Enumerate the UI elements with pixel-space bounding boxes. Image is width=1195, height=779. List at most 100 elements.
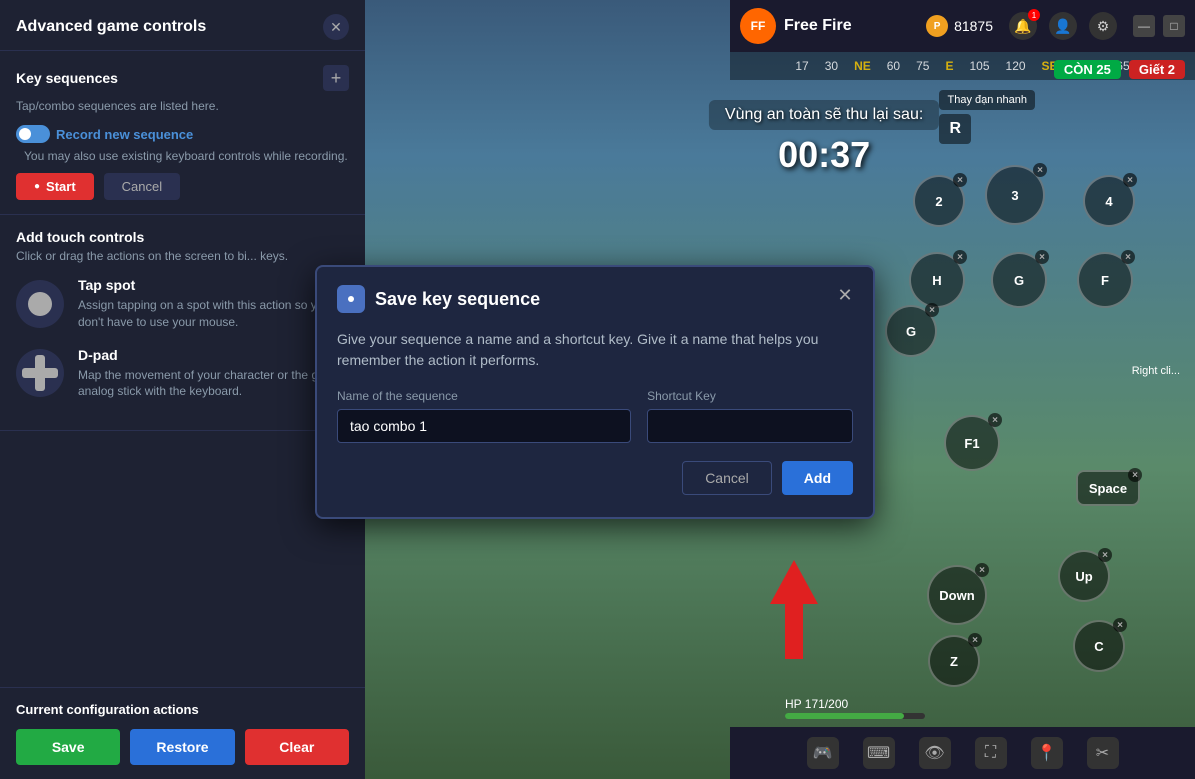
keyboard-icon[interactable]: ⌨ (863, 737, 895, 769)
panel-header: Advanced game controls ✕ (0, 0, 365, 51)
panel-bottom: Current configuration actions Save Resto… (0, 687, 365, 779)
notification-button[interactable]: 🔔 1 (1009, 12, 1037, 40)
timer-display: 00:37 (709, 134, 939, 176)
save-button[interactable]: Save (16, 729, 120, 765)
modal-cancel-button[interactable]: Cancel (682, 461, 772, 495)
settings-button[interactable]: ⚙ (1089, 12, 1117, 40)
name-field: Name of the sequence (337, 389, 631, 443)
key-sequences-header: Key sequences + (16, 65, 349, 91)
eye-icon[interactable]: 👁 (919, 737, 951, 769)
control-f1[interactable]: × F1 (944, 415, 1000, 471)
dpad-item: D-pad Map the movement of your character… (16, 347, 349, 401)
control-g-left[interactable]: × G (885, 305, 937, 357)
touch-controls-section: Add touch controls Click or drag the act… (0, 215, 365, 431)
modal-icon (337, 285, 365, 313)
control-h-close[interactable]: × (953, 250, 967, 264)
arrow-container (770, 560, 818, 659)
name-input[interactable] (337, 409, 631, 443)
modal-container: Save key sequence ✕ Give your sequence a… (315, 265, 875, 519)
close-panel-button[interactable]: ✕ (323, 14, 349, 40)
record-label: Record new sequence (56, 127, 193, 142)
modal-add-button[interactable]: Add (782, 461, 853, 495)
control-h[interactable]: × H (909, 252, 965, 308)
modal-close-button[interactable]: ✕ (833, 283, 857, 307)
control-space-close[interactable]: × (1128, 468, 1142, 482)
hp-fill (785, 713, 904, 719)
key-sequences-subtitle: Tap/combo sequences are listed here. (16, 99, 349, 113)
tap-spot-item: Tap spot Assign tapping on a spot with t… (16, 277, 349, 331)
config-actions-title: Current configuration actions (16, 702, 349, 717)
record-sequence-toggle[interactable]: Record new sequence (16, 125, 349, 143)
control-2[interactable]: × 2 (913, 175, 965, 227)
coin-amount: 81875 (954, 18, 993, 34)
dpad-icon (22, 355, 58, 391)
control-z[interactable]: × Z (928, 635, 980, 687)
scissors-icon[interactable]: ✂ (1087, 737, 1119, 769)
clear-button[interactable]: Clear (245, 729, 349, 765)
control-3-close[interactable]: × (1033, 163, 1047, 177)
maximize-button[interactable]: □ (1163, 15, 1185, 37)
gamepad-icon[interactable]: 🎮 (807, 737, 839, 769)
notification-badge: 1 (1028, 9, 1040, 21)
control-up[interactable]: × Up (1058, 550, 1110, 602)
start-button[interactable]: Start (16, 173, 94, 200)
control-z-close[interactable]: × (968, 633, 982, 647)
modal-fields: Name of the sequence Shortcut Key (337, 389, 853, 443)
safe-zone-text: Vùng an toàn sẽ thu lại sau: (709, 100, 939, 130)
name-label: Name of the sequence (337, 389, 631, 403)
tap-spot-circle (28, 292, 52, 316)
control-down-close[interactable]: × (975, 563, 989, 577)
compass-60: 60 (887, 59, 900, 73)
control-space[interactable]: × Space (1076, 470, 1140, 506)
control-c[interactable]: × C (1073, 620, 1125, 672)
control-c-close[interactable]: × (1113, 618, 1127, 632)
tap-spot-icon (16, 280, 64, 328)
restore-button[interactable]: Restore (130, 729, 234, 765)
fullscreen-icon[interactable]: ⛶ (975, 737, 1007, 769)
key-sequences-title: Key sequences (16, 70, 118, 86)
control-f-close[interactable]: × (1121, 250, 1135, 264)
control-3[interactable]: × 3 (985, 165, 1045, 225)
dpad-name: D-pad (78, 347, 349, 363)
compass-17: 17 (795, 59, 808, 73)
alive-count-text: 25 (1096, 62, 1110, 77)
coins-display: P 81875 (926, 15, 993, 37)
modal-header: Save key sequence ✕ (317, 267, 873, 323)
game-center-info: Vùng an toàn sẽ thu lại sau: 00:37 (709, 100, 939, 176)
shortcut-input[interactable] (647, 409, 853, 443)
compass-ne: NE (854, 59, 871, 73)
hp-bar: HP 171/200 (785, 697, 925, 719)
compass-e: E (945, 59, 953, 73)
control-down[interactable]: × Down (927, 565, 987, 625)
control-f[interactable]: × F (1077, 252, 1133, 308)
right-click-label: Right cli... (1132, 365, 1180, 377)
control-4[interactable]: × 4 (1083, 175, 1135, 227)
control-4-close[interactable]: × (1123, 173, 1137, 187)
map-icon[interactable]: 📍 (1031, 737, 1063, 769)
cancel-record-button[interactable]: Cancel (104, 173, 180, 200)
tap-spot-name: Tap spot (78, 277, 349, 293)
reload-key: R (939, 114, 971, 144)
control-f1-close[interactable]: × (988, 413, 1002, 427)
arrow-head (770, 560, 818, 604)
game-logo: FF (740, 8, 776, 44)
control-g[interactable]: × G (991, 252, 1047, 308)
alive-label-text: CÒN (1064, 62, 1097, 77)
toggle-icon[interactable] (16, 125, 50, 143)
top-icons: 🔔 1 👤 ⚙ (1009, 12, 1117, 40)
control-g-left-close[interactable]: × (925, 303, 939, 317)
minimize-button[interactable]: — (1133, 15, 1155, 37)
touch-controls-desc: Click or drag the actions on the screen … (16, 249, 349, 263)
modal-description: Give your sequence a name and a shortcut… (337, 329, 853, 371)
shortcut-label: Shortcut Key (647, 389, 853, 403)
hp-track (785, 713, 925, 719)
key-sequences-section: Key sequences + Tap/combo sequences are … (0, 51, 365, 215)
record-desc: You may also use existing keyboard contr… (16, 149, 349, 163)
control-up-close[interactable]: × (1098, 548, 1112, 562)
control-2-close[interactable]: × (953, 173, 967, 187)
control-g-close[interactable]: × (1035, 250, 1049, 264)
record-btn-row: Start Cancel (16, 173, 349, 200)
left-panel: Advanced game controls ✕ Key sequences +… (0, 0, 365, 779)
account-button[interactable]: 👤 (1049, 12, 1077, 40)
add-sequence-button[interactable]: + (323, 65, 349, 91)
